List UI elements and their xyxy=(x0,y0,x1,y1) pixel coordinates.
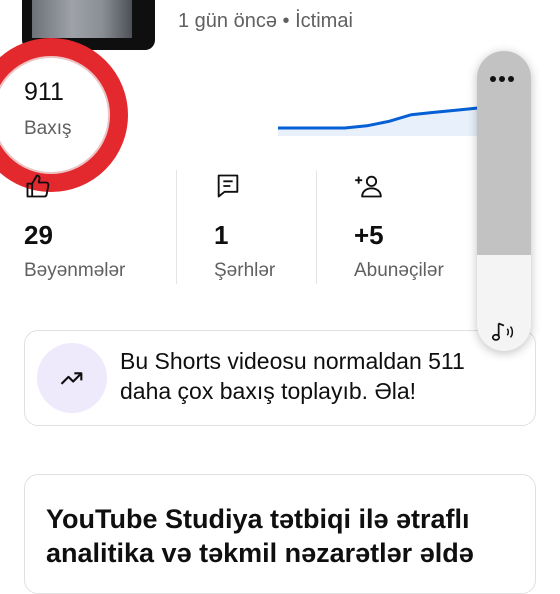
promo-line-1: YouTube Studiya tətbiqi ilə ətraflı xyxy=(46,504,470,534)
comments-value: 1 xyxy=(214,220,229,250)
music-note-sound-icon[interactable] xyxy=(489,319,519,345)
likes-stat[interactable] xyxy=(24,172,52,205)
comment-icon xyxy=(217,174,239,198)
subscribers-value: +5 xyxy=(354,220,384,250)
add-person-icon xyxy=(355,175,382,198)
insight-line-2: daha çox baxış toplayıb. Əla! xyxy=(120,378,417,404)
promo-line-2: analitika və təkmil nəzarətlər əldə xyxy=(46,538,474,568)
comments-stat[interactable] xyxy=(214,172,242,205)
upload-time: 1 gün öncə xyxy=(178,10,277,32)
meta-separator: • xyxy=(282,10,290,32)
subscribers-stat[interactable] xyxy=(354,172,382,205)
insight-line-1: Bu Shorts videosu normaldan 511 xyxy=(120,348,465,374)
thumbs-up-icon xyxy=(26,174,50,198)
insight-text: Bu Shorts videosu normaldan 511 daha çox… xyxy=(120,346,520,406)
likes-value: 29 xyxy=(24,220,53,250)
video-meta: 1 gün öncə • İctimai xyxy=(178,10,353,33)
comments-label: Şərhlər xyxy=(214,260,276,281)
divider xyxy=(176,170,177,284)
visibility-status: İctimai xyxy=(295,10,353,32)
trending-up-icon xyxy=(60,372,83,385)
volume-slider-fill[interactable] xyxy=(477,51,531,255)
more-options-icon[interactable] xyxy=(490,69,518,82)
subscribers-label: Abunəçilər xyxy=(354,260,444,281)
divider xyxy=(316,170,317,284)
volume-panel[interactable] xyxy=(477,51,531,351)
likes-label: Bəyənmələr xyxy=(24,260,126,281)
highlight-circle xyxy=(0,38,128,192)
trend-badge xyxy=(37,343,107,413)
